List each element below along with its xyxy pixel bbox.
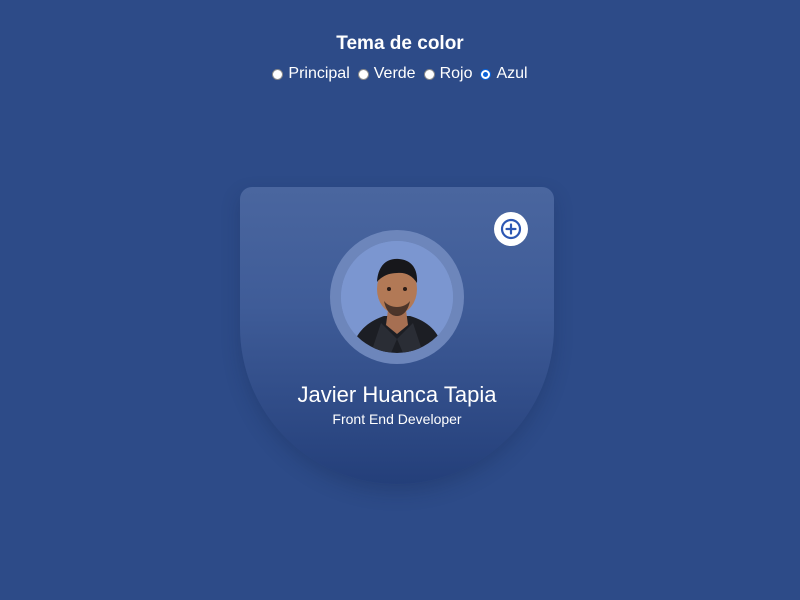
theme-option-label: Rojo xyxy=(439,65,473,82)
profile-card: Javier Huanca Tapia Front End Developer xyxy=(240,187,554,484)
theme-option-principal[interactable]: Principal xyxy=(272,64,350,84)
plus-circle-icon xyxy=(500,218,522,240)
theme-option-label: Verde xyxy=(373,65,416,82)
avatar xyxy=(341,241,453,353)
profile-role: Front End Developer xyxy=(332,411,462,427)
theme-option-verde[interactable]: Verde xyxy=(357,64,416,84)
add-button[interactable] xyxy=(494,212,528,246)
theme-option-label: Azul xyxy=(496,65,528,82)
page: Tema de color Principal Verde Rojo Azul xyxy=(0,0,800,600)
profile-name: Javier Huanca Tapia xyxy=(297,382,497,407)
theme-option-label: Principal xyxy=(288,65,350,82)
profile-photo xyxy=(341,241,453,353)
radio-azul[interactable] xyxy=(480,68,492,80)
radio-principal[interactable] xyxy=(272,68,284,80)
theme-selector: Tema de color Principal Verde Rojo Azul xyxy=(0,32,800,84)
theme-options: Principal Verde Rojo Azul xyxy=(0,64,800,84)
theme-option-rojo[interactable]: Rojo xyxy=(423,64,473,84)
avatar-ring xyxy=(330,230,464,364)
radio-rojo[interactable] xyxy=(423,68,435,80)
theme-option-azul[interactable]: Azul xyxy=(480,64,528,84)
radio-verde[interactable] xyxy=(357,68,369,80)
theme-selector-title: Tema de color xyxy=(336,33,464,54)
